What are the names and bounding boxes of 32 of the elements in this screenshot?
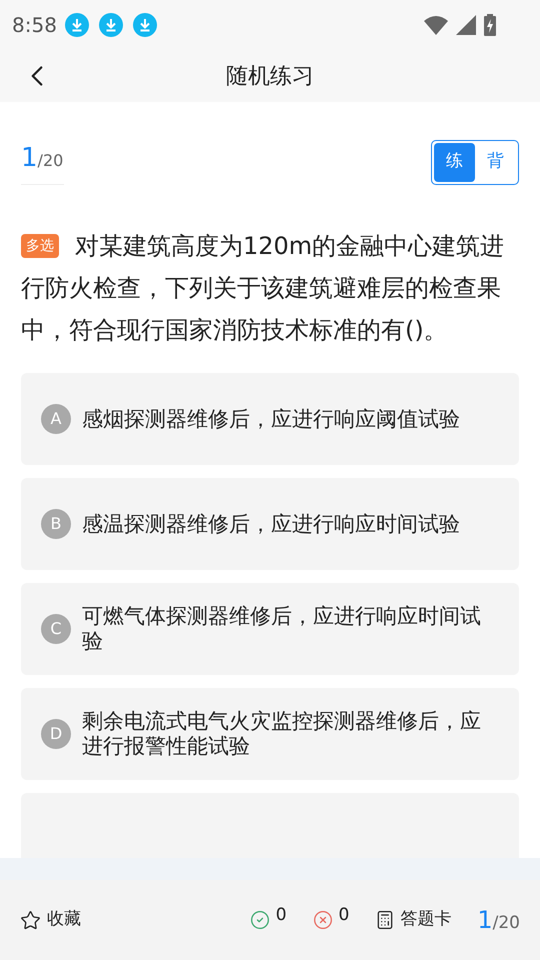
status-time: 8:58 bbox=[12, 12, 57, 39]
download-icon bbox=[64, 13, 89, 37]
grid-icon bbox=[375, 910, 396, 930]
download-icon bbox=[98, 13, 123, 37]
multiple-choice-tag: 多选 bbox=[21, 234, 59, 258]
option-card[interactable]: A 感烟探测器维修后，应进行响应阈值试验 bbox=[21, 373, 519, 465]
star-icon bbox=[20, 910, 41, 930]
wrong-icon bbox=[312, 910, 333, 930]
signal-icon bbox=[456, 15, 476, 35]
bottom-counter: 1/20 bbox=[477, 905, 520, 936]
page-title: 随机练习 bbox=[226, 62, 314, 90]
option-text: 感烟探测器维修后，应进行响应阈值试验 bbox=[82, 406, 461, 432]
option-letter: C bbox=[41, 614, 71, 644]
download-icon bbox=[132, 13, 157, 37]
option-letter: D bbox=[41, 719, 71, 749]
question-text: 多选 对某建筑高度为120m的金融中心建筑进行防火检查，下列关于该建筑避难层的检查果中，符合现行国家消防技术标准的有()。 bbox=[21, 231, 506, 346]
wrong-count: 0 bbox=[338, 904, 350, 928]
mode-tab[interactable]: 练 bbox=[434, 142, 475, 182]
correct-count: 0 bbox=[276, 904, 287, 928]
correct-icon bbox=[250, 910, 270, 930]
option-text: 剩余电流式电气火灾监控探测器维修后，应进行报警性能试验 bbox=[82, 709, 482, 759]
favorite-button[interactable]: 收藏 bbox=[20, 907, 81, 933]
wifi-icon bbox=[424, 15, 448, 35]
answer-card-button[interactable]: 答题卡 bbox=[375, 907, 452, 933]
option-text: 感温探测器维修后，应进行响应时间试验 bbox=[82, 512, 461, 536]
option-text: 可燃气体探测器维修后，应进行响应时间试验 bbox=[82, 604, 482, 654]
mode-tab[interactable]: 背 bbox=[475, 142, 516, 182]
option-card[interactable]: B 感温探测器维修后，应进行响应时间试验 bbox=[21, 478, 519, 570]
option-letter: A bbox=[41, 404, 71, 434]
battery-icon bbox=[484, 14, 496, 36]
question-counter: 1/20 bbox=[21, 139, 64, 185]
option-letter: B bbox=[41, 509, 71, 539]
